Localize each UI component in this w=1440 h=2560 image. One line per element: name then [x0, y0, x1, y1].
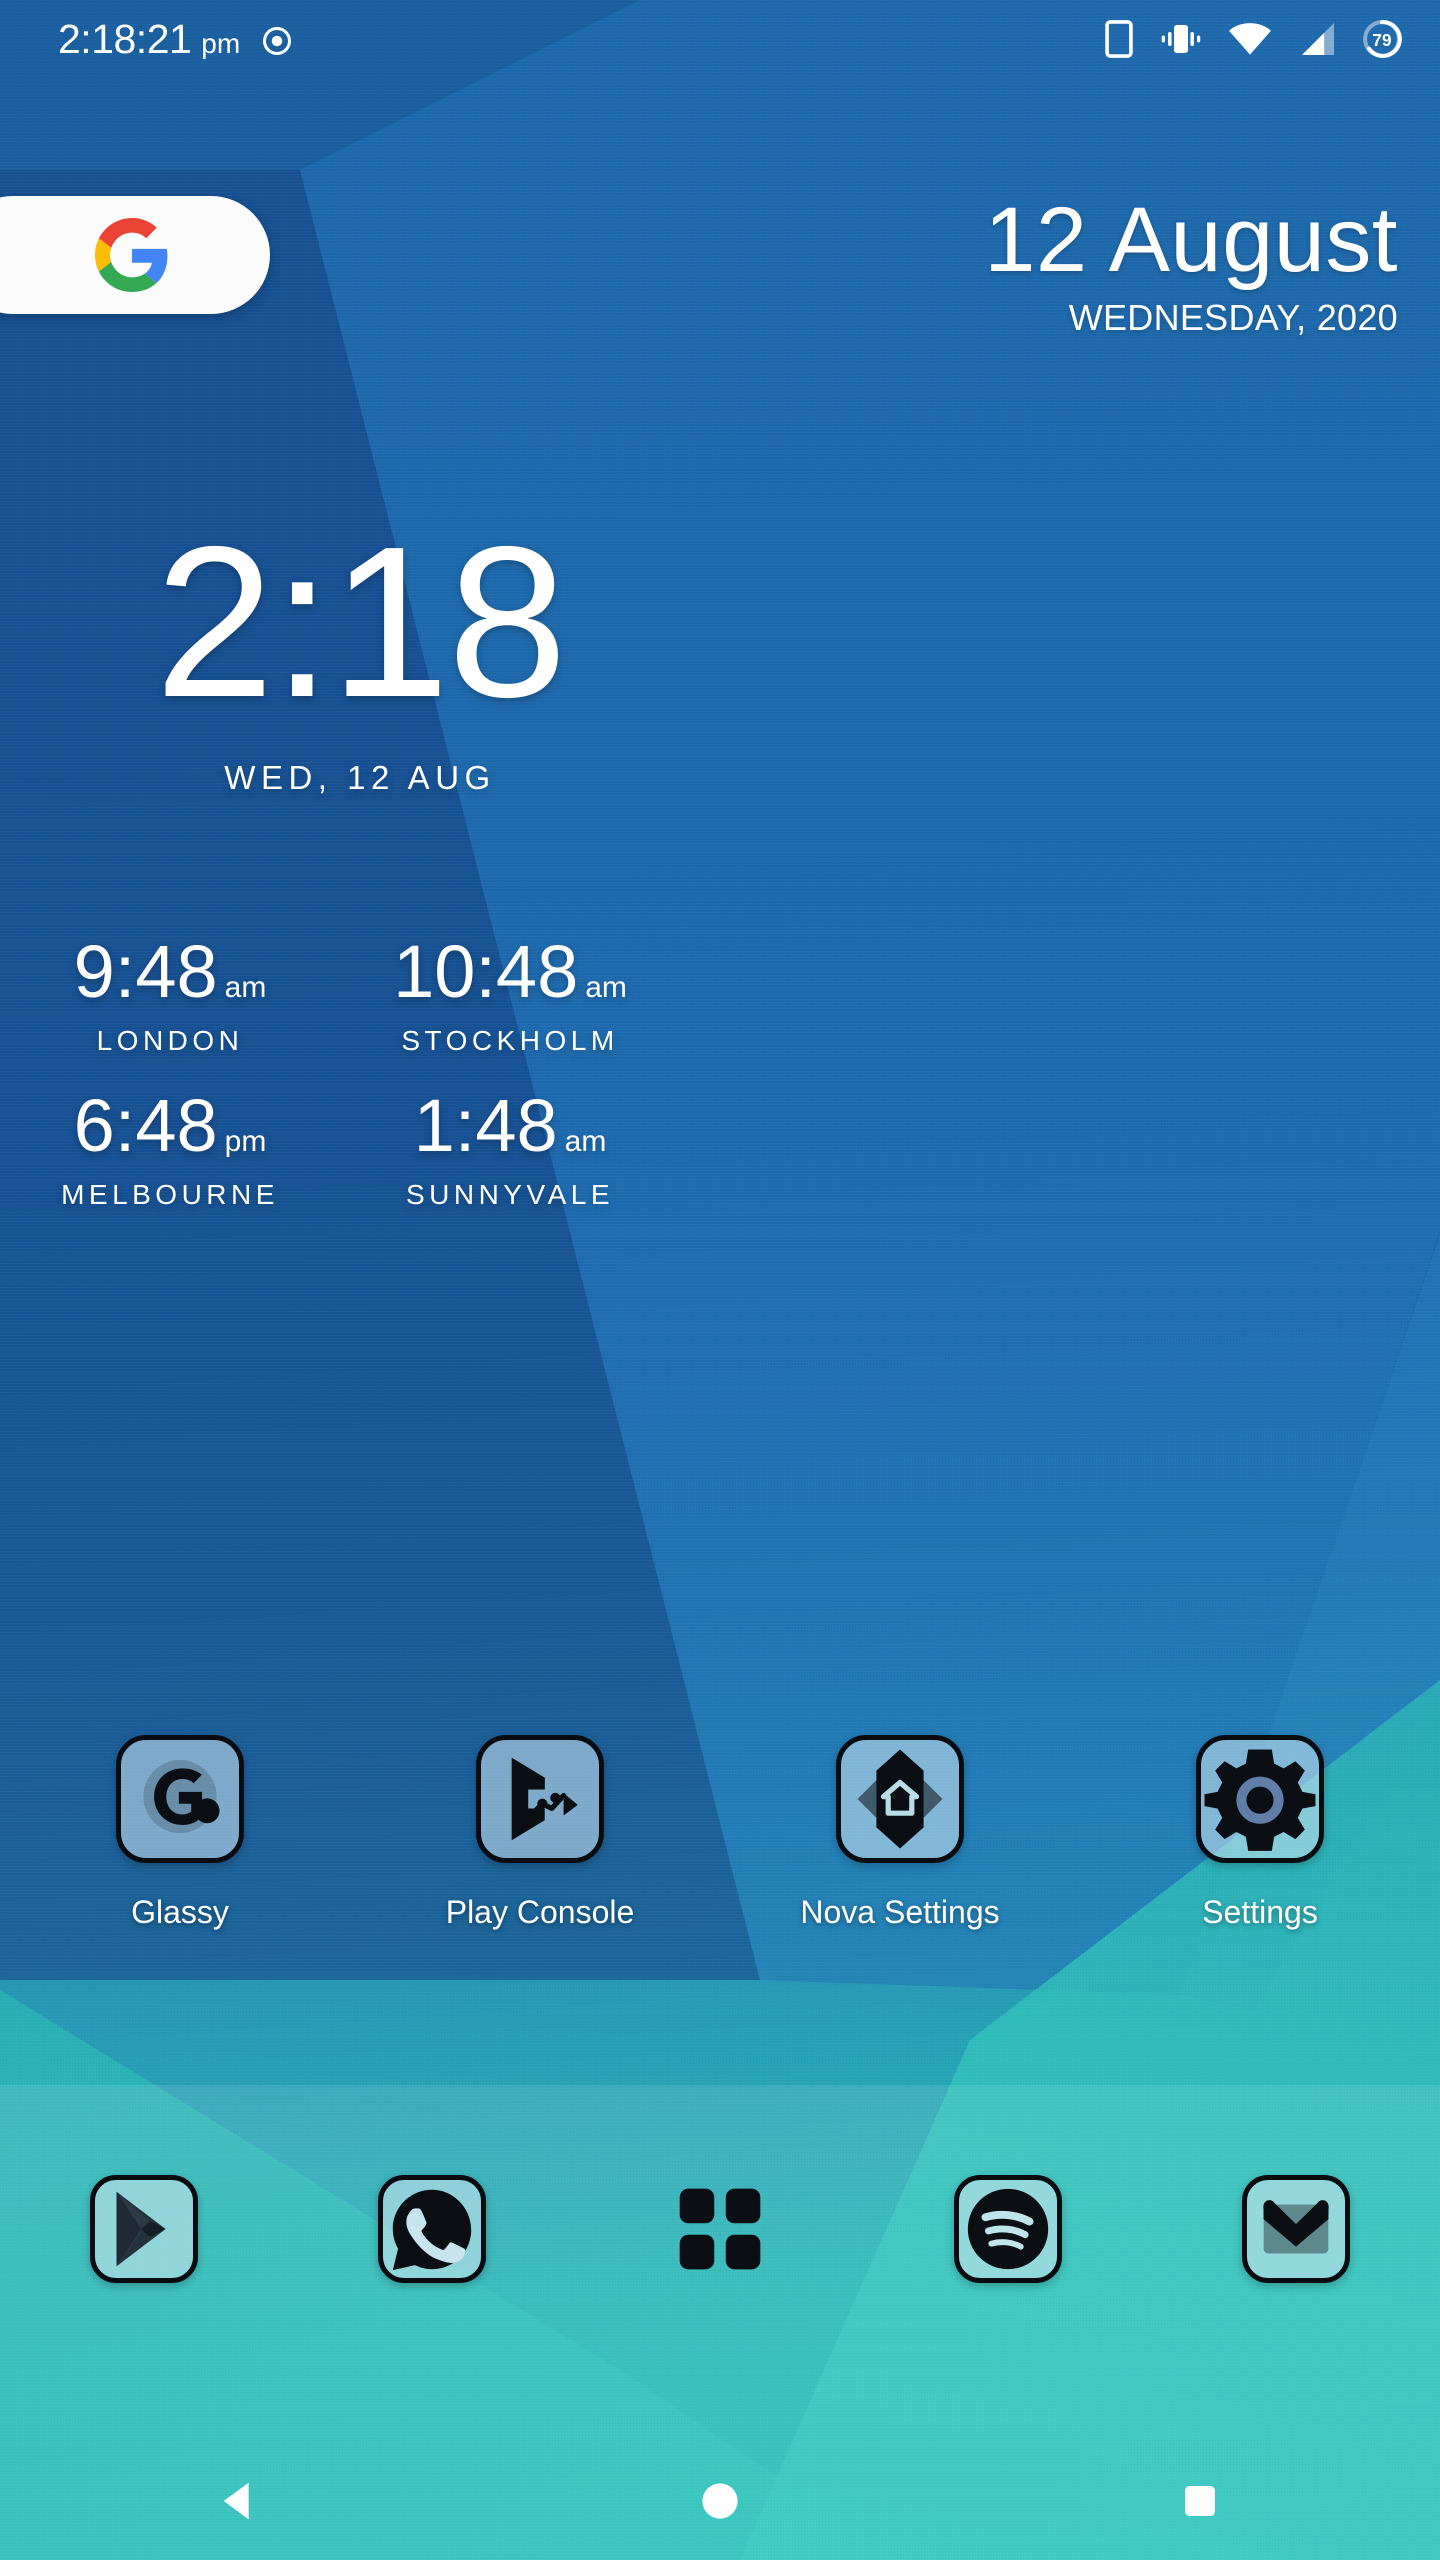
- app-label: Nova Settings: [800, 1894, 1000, 1930]
- nova-settings-icon: [836, 1735, 964, 1863]
- world-clock-meridiem: am: [585, 971, 627, 1004]
- android-home-screen: 2:18:21 pm 79 12 August WEDNESDAY, 2020 …: [0, 0, 1440, 2560]
- dock: [0, 2175, 1440, 2283]
- back-button[interactable]: [0, 2442, 480, 2560]
- app-label: Play Console: [445, 1894, 635, 1930]
- world-clock-london: 9:48 am LONDON: [0, 935, 340, 1057]
- dock-item-play-store[interactable]: [0, 2175, 288, 2283]
- world-clock-time: 9:48: [73, 930, 218, 1013]
- world-clock-time: 1:48: [413, 1084, 558, 1167]
- world-clock-city: SUNNYVALE: [405, 1179, 615, 1210]
- home-circle-icon: [702, 2483, 738, 2519]
- app-grid: Glassy Play Console Nova Settings Settin…: [0, 1735, 1440, 1931]
- world-clock-row: 6:48 pm MELBOURNE 1:48 am SUNNYVALE: [0, 1089, 720, 1211]
- back-triangle-icon: [223, 2482, 249, 2520]
- spotify-icon: [954, 2175, 1062, 2283]
- app-icon-settings[interactable]: Settings: [1080, 1735, 1440, 1931]
- date-widget-weekday-year: WEDNESDAY, 2020: [1068, 297, 1398, 339]
- world-clock-meridiem: am: [224, 971, 267, 1004]
- battery-level-text: 79: [1372, 30, 1391, 50]
- world-clock-city: MELBOURNE: [61, 1179, 279, 1210]
- status-bar[interactable]: 2:18:21 pm 79: [0, 0, 1440, 78]
- world-clock-meridiem: pm: [224, 1125, 267, 1158]
- world-clock-meridiem: am: [564, 1125, 607, 1158]
- app-icon-play-console[interactable]: Play Console: [360, 1735, 720, 1931]
- google-g-icon: [95, 218, 169, 292]
- home-button[interactable]: [480, 2442, 960, 2560]
- clock-widget[interactable]: 2:18 WED, 12 AUG: [0, 501, 720, 797]
- world-clock-stockholm: 10:48 am STOCKHOLM: [340, 935, 680, 1057]
- world-clock-time: 6:48: [73, 1084, 218, 1167]
- dock-item-spotify[interactable]: [864, 2175, 1152, 2283]
- record-dot-icon: [262, 26, 292, 56]
- world-clock-time: 10:48: [393, 930, 579, 1013]
- vibrate-icon: [1160, 22, 1202, 56]
- whatsapp-icon: [378, 2175, 486, 2283]
- app-label: Glassy: [131, 1894, 229, 1930]
- date-widget[interactable]: 12 August WEDNESDAY, 2020: [984, 189, 1398, 339]
- navigation-bar: [0, 2442, 1440, 2560]
- dock-item-gmail[interactable]: [1152, 2175, 1440, 2283]
- date-widget-day-month: 12 August: [984, 189, 1398, 291]
- play-store-icon: [90, 2175, 198, 2283]
- wifi-icon: [1228, 22, 1272, 56]
- app-drawer-icon: [666, 2175, 774, 2283]
- dock-item-whatsapp[interactable]: [288, 2175, 576, 2283]
- recents-button[interactable]: [960, 2442, 1440, 2560]
- world-clock-widget[interactable]: 9:48 am LONDON 10:48 am STOCKHOLM 6:48 pm M…: [0, 935, 720, 1211]
- recents-square-icon: [1184, 2485, 1216, 2517]
- world-clock-city: STOCKHOLM: [401, 1025, 619, 1056]
- gmail-icon: [1242, 2175, 1350, 2283]
- google-search-pill[interactable]: [0, 196, 270, 314]
- clock-widget-date: WED, 12 AUG: [224, 758, 496, 796]
- status-bar-meridiem: pm: [201, 27, 241, 59]
- dock-item-app-drawer[interactable]: [576, 2175, 864, 2283]
- world-clock-sunnyvale: 1:48 am SUNNYVALE: [340, 1089, 680, 1211]
- settings-gear-icon: [1196, 1735, 1324, 1863]
- app-icon-nova-settings[interactable]: Nova Settings: [720, 1735, 1080, 1931]
- glassy-icon: [116, 1735, 244, 1863]
- status-bar-icons: 79: [1104, 19, 1402, 59]
- world-clock-melbourne: 6:48 pm MELBOURNE: [0, 1089, 340, 1211]
- cellular-signal-icon: [1298, 22, 1336, 56]
- app-icon-glassy[interactable]: Glassy: [0, 1735, 360, 1931]
- world-clock-row: 9:48 am LONDON 10:48 am STOCKHOLM: [0, 935, 720, 1057]
- clock-widget-time: 2:18: [154, 501, 567, 742]
- status-bar-left: 2:18:21 pm: [58, 15, 292, 62]
- app-label: Settings: [1202, 1894, 1318, 1930]
- phone-outline-icon: [1104, 20, 1134, 58]
- world-clock-city: LONDON: [96, 1025, 244, 1056]
- battery-icon: 79: [1362, 19, 1402, 59]
- play-console-icon: [476, 1735, 604, 1863]
- status-bar-clock: 2:18:21: [58, 15, 192, 62]
